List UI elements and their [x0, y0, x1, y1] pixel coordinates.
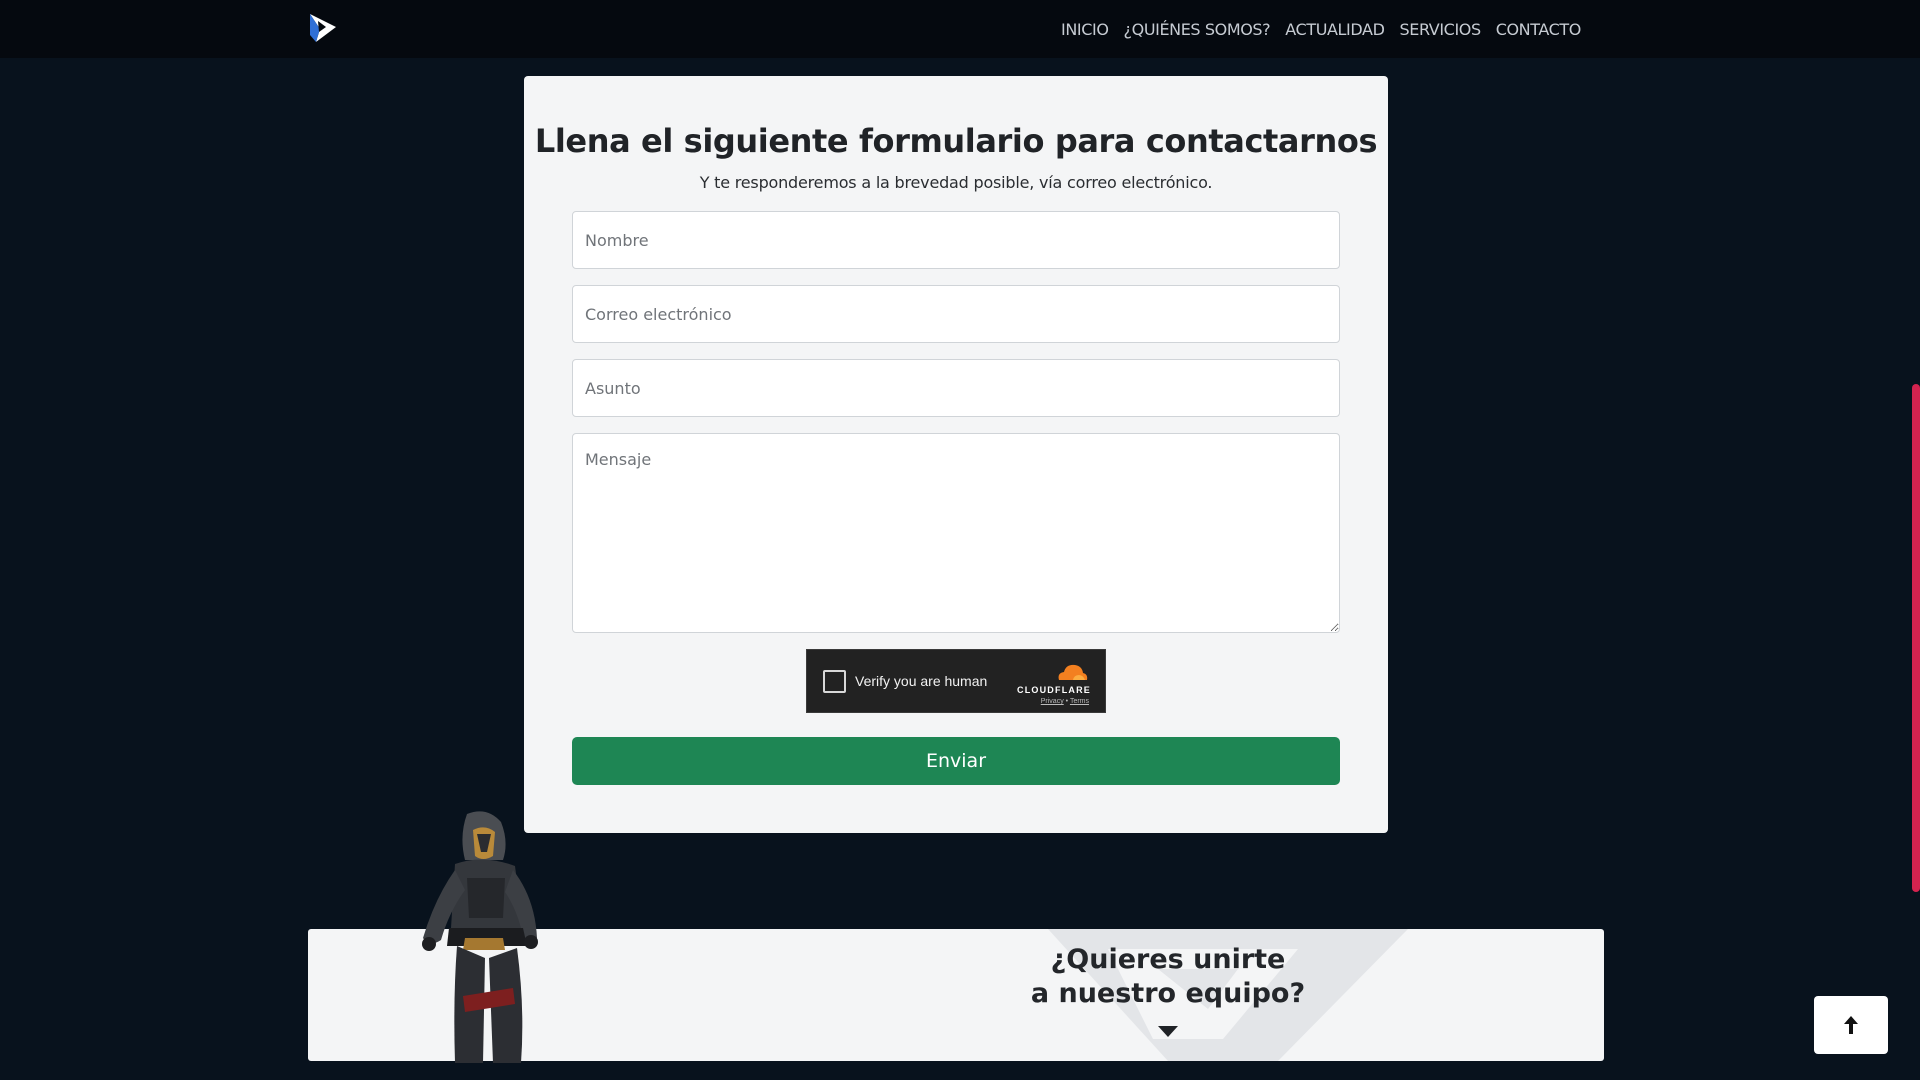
- arrow-up-icon: [1844, 1016, 1858, 1034]
- captcha-checkbox[interactable]: [823, 670, 846, 693]
- nav-link-quienes-somos[interactable]: ¿QUIÉNES SOMOS?: [1124, 20, 1271, 39]
- captcha-terms-link[interactable]: Terms: [1070, 698, 1089, 705]
- name-input[interactable]: [572, 211, 1340, 269]
- nav-link-actualidad[interactable]: ACTUALIDAD: [1285, 20, 1385, 39]
- cloudflare-cloud-icon: [1058, 664, 1088, 680]
- caret-down-icon[interactable]: [1158, 1024, 1178, 1038]
- navbar: INICIO ¿QUIÉNES SOMOS? ACTUALIDAD SERVIC…: [0, 0, 1920, 58]
- captcha-links: Privacy • Terms: [1041, 698, 1089, 705]
- cloudflare-brand: CLOUDFLARE: [1017, 685, 1091, 695]
- nav-link-inicio[interactable]: INICIO: [1061, 20, 1109, 39]
- hooded-character-illustration: [422, 811, 538, 1063]
- back-to-top-button[interactable]: [1814, 996, 1888, 1054]
- subject-input[interactable]: [572, 359, 1340, 417]
- nav-link-servicios[interactable]: SERVICIOS: [1400, 20, 1482, 39]
- nav-link-contacto[interactable]: CONTACTO: [1496, 20, 1582, 39]
- scrollbar-thumb[interactable]: [1912, 384, 1920, 892]
- message-textarea[interactable]: [572, 433, 1340, 633]
- email-input[interactable]: [572, 285, 1340, 343]
- captcha-widget: Verify you are human CLOUDFLARE Privacy …: [806, 649, 1106, 713]
- brand-logo[interactable]: [306, 11, 340, 45]
- form-subtitle: Y te responderemos a la brevedad posible…: [699, 173, 1213, 192]
- main-nav: INICIO ¿QUIÉNES SOMOS? ACTUALIDAD SERVIC…: [1061, 0, 1581, 58]
- captcha-label: Verify you are human: [855, 673, 988, 689]
- form-title: Llena el siguiente formulario para conta…: [534, 122, 1378, 160]
- join-title-line1: ¿Quieres unirte: [1050, 944, 1286, 975]
- submit-button[interactable]: Enviar: [572, 737, 1340, 785]
- captcha-link-separator: •: [1065, 698, 1069, 705]
- join-title-line2: a nuestro equipo?: [1030, 978, 1306, 1009]
- join-title: ¿Quieres unirte a nuestro equipo?: [1008, 943, 1328, 1011]
- captcha-privacy-link[interactable]: Privacy: [1041, 698, 1064, 705]
- contact-form-card: Llena el siguiente formulario para conta…: [524, 76, 1388, 833]
